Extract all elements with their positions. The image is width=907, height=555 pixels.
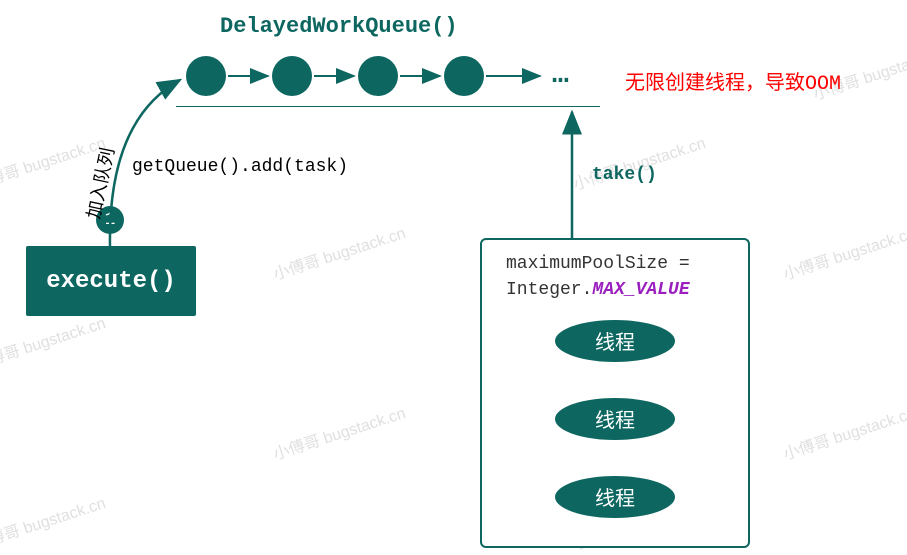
- queue-node: [358, 56, 398, 96]
- thread-label: 线程: [595, 326, 635, 356]
- queue-node: [186, 56, 226, 96]
- pool-size-line1: maximumPoolSize =: [506, 252, 690, 277]
- max-value: MAX_VALUE: [592, 280, 689, 300]
- watermark: 小傅哥 bugstack.cn: [270, 399, 409, 464]
- queue-add-call: getQueue().add(task): [132, 157, 348, 177]
- watermark: 小傅哥 bugstack.cn: [0, 489, 108, 554]
- thread-label: 线程: [595, 404, 635, 434]
- ellipsis-icon: …: [552, 60, 571, 91]
- thread-label: 线程: [595, 482, 635, 512]
- queue-title: DelayedWorkQueue(): [220, 14, 458, 39]
- watermark: 小傅哥 bugstack.cn: [780, 219, 907, 284]
- oom-warning: 无限创建线程，导致OOM: [625, 66, 841, 96]
- pool-size-line2: Integer.MAX_VALUE: [506, 278, 690, 303]
- queue-baseline: [176, 106, 600, 107]
- thread-pill: 线程: [555, 398, 675, 440]
- execute-box: execute(): [26, 246, 196, 316]
- integer-prefix: Integer.: [506, 280, 592, 300]
- watermark: 小傅哥 bugstack.cn: [780, 399, 907, 464]
- take-call: take(): [592, 165, 657, 185]
- watermark: 小傅哥 bugstack.cn: [0, 309, 108, 374]
- execute-label: execute(): [46, 268, 176, 295]
- watermark: 小傅哥 bugstack.cn: [270, 219, 409, 284]
- thread-pill: 线程: [555, 320, 675, 362]
- queue-node: [444, 56, 484, 96]
- queue-node: [272, 56, 312, 96]
- thread-pill: 线程: [555, 476, 675, 518]
